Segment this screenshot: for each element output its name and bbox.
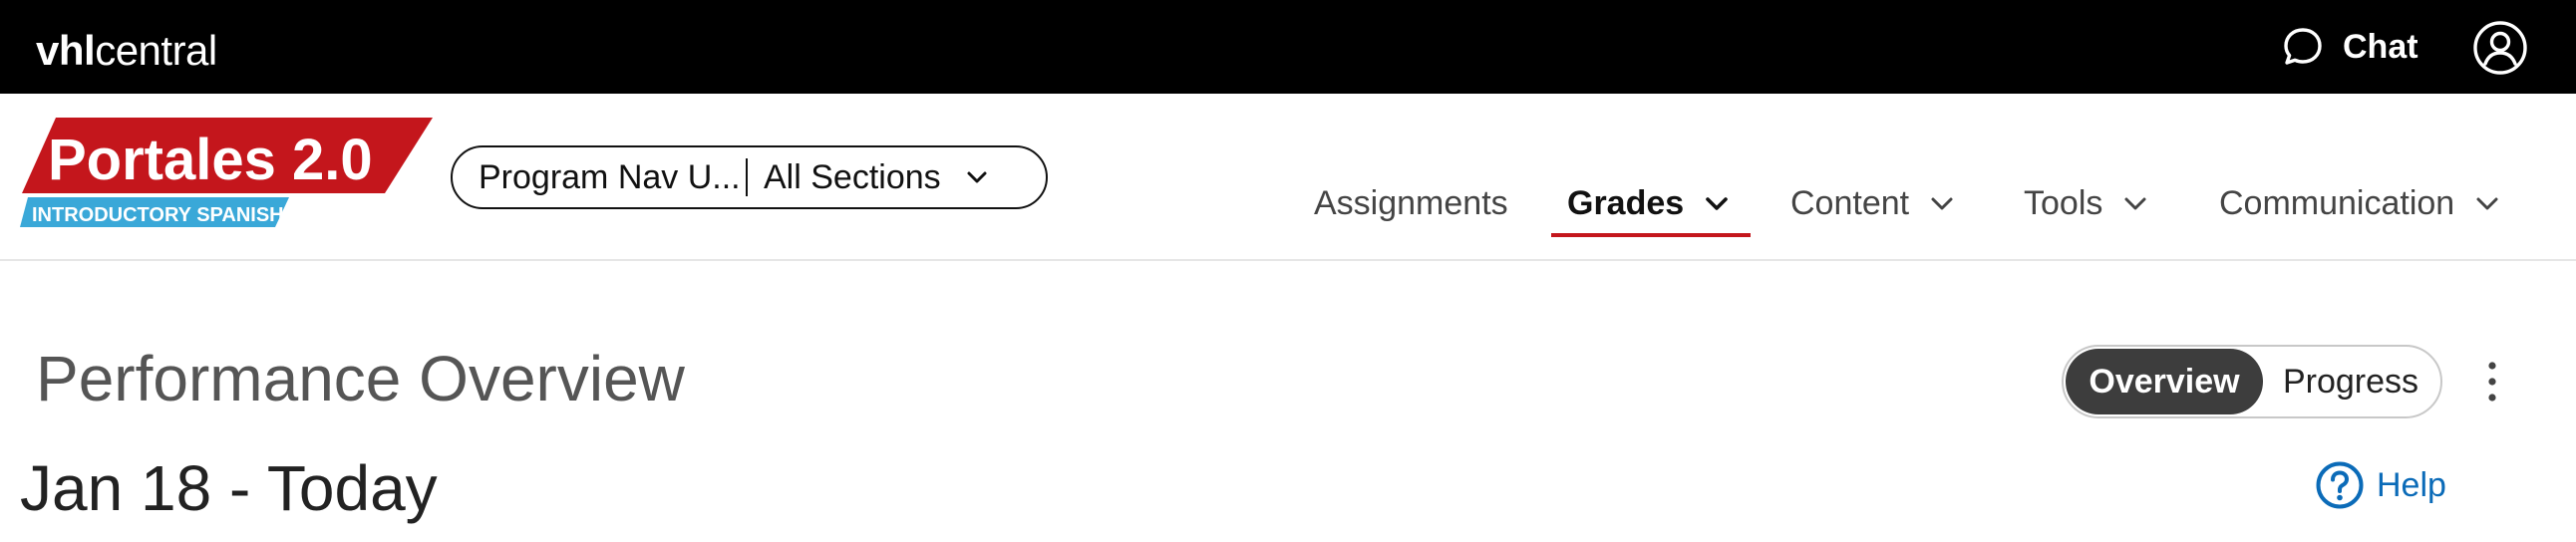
nav-content[interactable]: Content <box>1790 175 1957 231</box>
nav-communication[interactable]: Communication <box>2219 175 2502 231</box>
nav-grades-label: Grades <box>1567 183 1685 222</box>
chevron-down-icon <box>1706 197 1728 210</box>
nav-assignments[interactable]: Assignments <box>1314 175 1508 231</box>
chat-button[interactable]: Chat <box>2281 24 2418 70</box>
course-nav-bar: Portales 2.0 INTRODUCTORY SPANISH Progra… <box>0 94 2576 261</box>
section-name: All Sections <box>764 157 941 196</box>
nav-communication-label: Communication <box>2219 183 2455 222</box>
logo-rest-text: central <box>95 27 217 74</box>
chevron-down-icon <box>2124 197 2146 210</box>
progress-toggle-option[interactable]: Progress <box>2263 349 2438 414</box>
more-options-icon[interactable] <box>2482 359 2502 405</box>
brand-title: Portales 2.0 <box>48 128 373 192</box>
help-label: Help <box>2377 465 2446 504</box>
chevron-down-icon <box>967 171 987 183</box>
active-tab-underline <box>1551 233 1751 237</box>
program-name: Program Nav U... <box>479 157 741 196</box>
chevron-down-icon <box>1931 197 1953 210</box>
help-question-icon <box>2316 461 2364 509</box>
nav-content-label: Content <box>1790 183 1910 222</box>
portales-brand-logo[interactable]: Portales 2.0 INTRODUCTORY SPANISH <box>18 116 437 235</box>
nav-assignments-label: Assignments <box>1314 183 1508 222</box>
top-bar: vhlcentral Chat <box>0 0 2576 94</box>
logo-bold-text: vhl <box>36 27 96 74</box>
help-link[interactable]: Help <box>2315 460 2446 510</box>
chat-bubble-icon <box>2284 28 2322 65</box>
section-selector[interactable]: Program Nav U... All Sections <box>451 145 1048 209</box>
chat-label: Chat <box>2343 27 2418 66</box>
selector-divider <box>746 158 748 196</box>
nav-tools[interactable]: Tools <box>2024 175 2150 231</box>
vhlcentral-logo[interactable]: vhlcentral <box>36 26 217 76</box>
brand-subtitle: INTRODUCTORY SPANISH <box>32 204 284 226</box>
nav-tools-label: Tools <box>2024 183 2103 222</box>
chevron-down-icon <box>2476 197 2498 210</box>
date-range: Jan 18 - Today <box>20 452 438 524</box>
user-account-icon <box>2473 21 2527 75</box>
page-title: Performance Overview <box>36 343 685 414</box>
account-button[interactable] <box>2472 20 2528 76</box>
overview-toggle-option[interactable]: Overview <box>2066 349 2263 414</box>
view-toggle: Overview Progress <box>2062 345 2442 418</box>
nav-grades[interactable]: Grades <box>1567 175 1732 231</box>
